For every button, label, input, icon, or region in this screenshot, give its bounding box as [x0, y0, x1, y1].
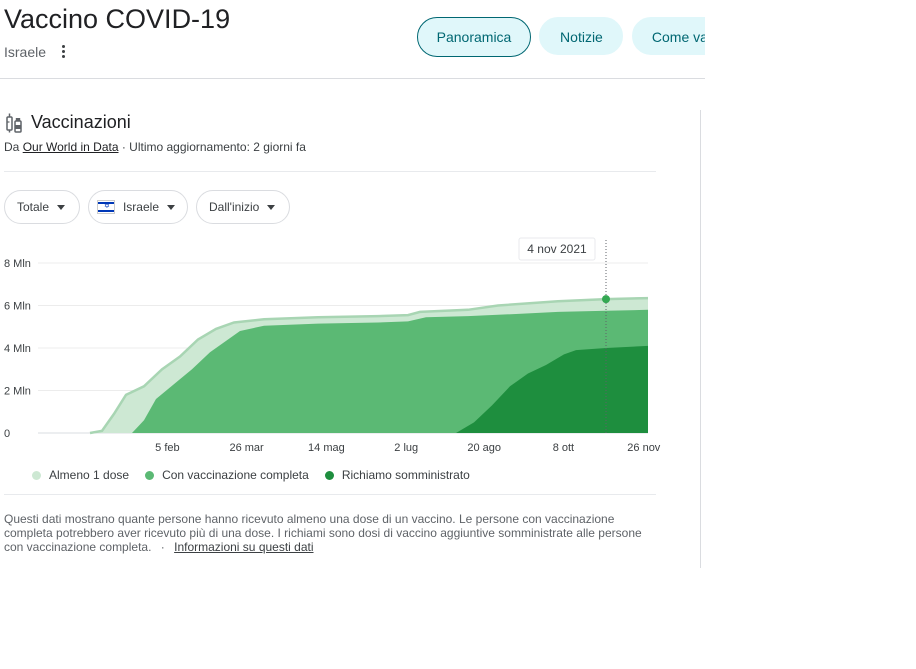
y-tick-label: 2 Mln	[4, 386, 31, 398]
legend-item-fully-vaccinated: Con vaccinazione completa	[145, 468, 309, 482]
legend-item-first-dose: Almeno 1 dose	[32, 468, 129, 482]
x-tick-label: 14 mag	[308, 442, 345, 454]
tab-come-va[interactable]: Come va	[631, 17, 705, 55]
legend-dot	[324, 470, 334, 480]
legend-label: Con vaccinazione completa	[162, 468, 309, 482]
x-tick-label: 2 lug	[394, 442, 418, 454]
filter-row: Totale ✡ Israele Dall'inizio	[4, 190, 290, 224]
country-dropdown[interactable]: ✡ Israele	[88, 190, 188, 224]
card-title: Vaccinazioni	[31, 112, 131, 132]
tab-notizie[interactable]: Notizie	[539, 17, 624, 55]
y-tick-label: 6 Mln	[4, 301, 31, 313]
cursor-point	[602, 295, 610, 304]
y-tick-label: 8 Mln	[4, 258, 31, 270]
source-link[interactable]: Our World in Data	[23, 140, 119, 154]
chevron-down-icon	[267, 204, 276, 210]
legend-dot	[145, 470, 155, 480]
legend-label: Richiamo somministrato	[341, 468, 470, 482]
legend-item-booster: Richiamo somministrato	[324, 468, 470, 482]
legend-label: Almeno 1 dose	[49, 468, 130, 482]
card-divider-bottom	[4, 494, 656, 495]
period-dropdown[interactable]: Dall'inizio	[196, 190, 290, 224]
location-row: Israele	[4, 43, 69, 60]
chart-legend: Almeno 1 dose Con vaccinazione completa …	[32, 468, 470, 482]
update-status: · Ultimo aggiornamento: 2 giorni fa	[121, 140, 306, 154]
chevron-down-icon	[167, 204, 175, 210]
x-tick-label: 26 mar	[229, 442, 264, 454]
tab-panoramica[interactable]: Panoramica	[417, 17, 531, 57]
card-divider-top	[4, 171, 656, 172]
x-tick-label: 8 ott	[553, 442, 574, 454]
source-prefix: Da	[4, 140, 20, 154]
chevron-down-icon	[57, 204, 66, 210]
y-tick-label: 4 Mln	[4, 343, 31, 355]
more-options-icon[interactable]	[58, 43, 69, 60]
chart-description: Questi dati mostrano quante persone hann…	[4, 512, 652, 554]
metric-value: Totale	[17, 200, 50, 214]
page-title: Vaccino COVID-19	[4, 4, 231, 34]
location-label: Israele	[4, 43, 47, 60]
legend-dot	[32, 470, 41, 480]
separator: ·	[160, 540, 165, 554]
info-link[interactable]: Informazioni su questi dati	[174, 540, 313, 554]
column-divider	[700, 110, 701, 568]
x-tick-label: 20 ago	[467, 442, 501, 454]
israel-flag-icon: ✡	[97, 200, 115, 214]
x-tick-label: 5 feb	[155, 442, 179, 454]
tooltip-date: 4 nov 2021	[527, 242, 587, 256]
description-text: Questi dati mostrano quante persone hann…	[4, 512, 642, 554]
card-header: Vaccinazioni	[5, 112, 131, 133]
header-divider	[0, 78, 705, 79]
period-value: Dall'inizio	[209, 200, 260, 214]
metric-dropdown[interactable]: Totale	[4, 190, 80, 224]
vaccination-chart[interactable]: 0 2 Mln 4 Mln 6 Mln 8 Mln 5 feb 26 mar 14 mag 2…	[0, 230, 700, 460]
x-tick-label: 26 nov	[627, 442, 661, 454]
syringe-vial-icon	[6, 113, 22, 133]
y-tick-label: 0	[4, 428, 10, 440]
country-value: Israele	[122, 200, 159, 214]
tab-bar: Panoramica Notizie Come va	[417, 17, 705, 57]
source-line: Da Our World in Data · Ultimo aggiorname…	[4, 140, 306, 154]
